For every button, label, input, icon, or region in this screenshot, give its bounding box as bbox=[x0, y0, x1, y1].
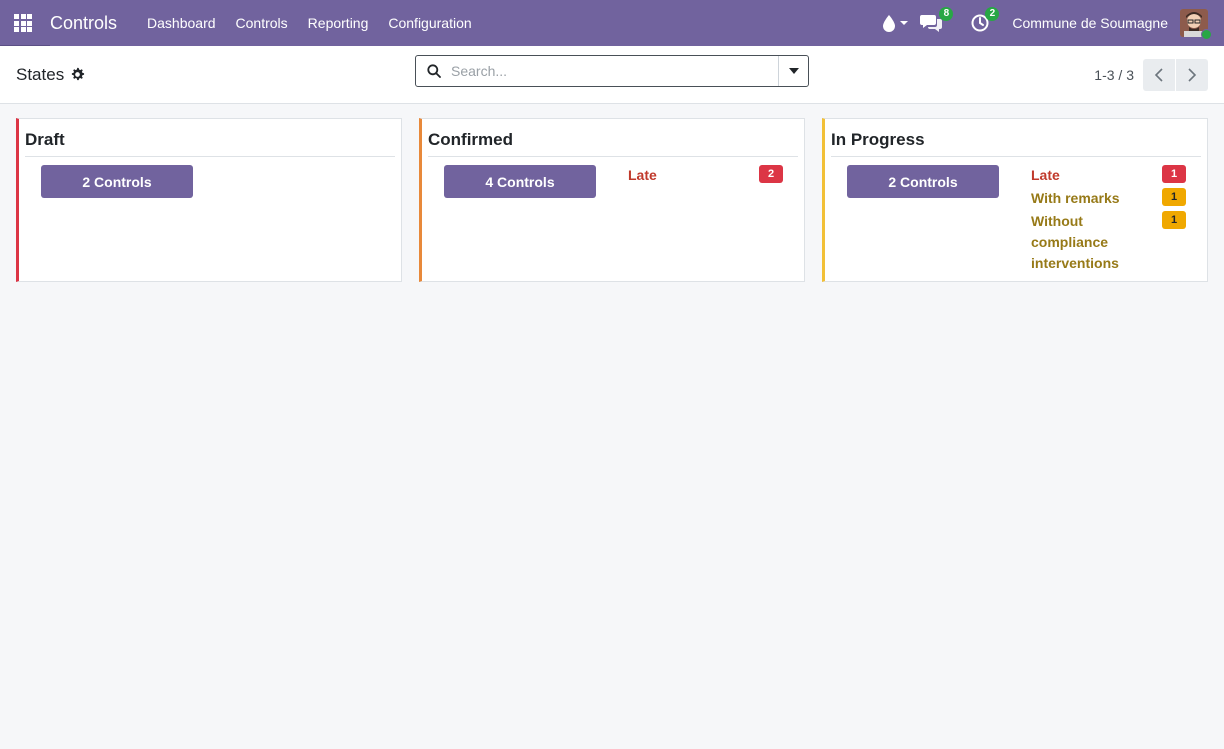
pager: 1-3 / 3 bbox=[1094, 59, 1208, 91]
messages-count-badge: 8 bbox=[939, 7, 954, 21]
app-title[interactable]: Controls bbox=[50, 13, 117, 34]
state-card-draft: Draft 2 Controls bbox=[16, 118, 402, 282]
control-panel: States 1-3 / 3 bbox=[0, 46, 1224, 104]
menu-item-reporting[interactable]: Reporting bbox=[298, 15, 379, 31]
search-bar bbox=[415, 55, 809, 87]
state-card-in-progress: In Progress 2 Controls Late 1 With remar… bbox=[822, 118, 1208, 282]
online-status-dot bbox=[1201, 29, 1212, 40]
state-title: In Progress bbox=[831, 130, 1201, 157]
search-input[interactable] bbox=[451, 56, 778, 86]
top-menu: Dashboard Controls Reporting Configurati… bbox=[137, 15, 482, 31]
stat-count-badge: 2 bbox=[759, 165, 783, 183]
stat-late[interactable]: Late 2 bbox=[628, 165, 783, 186]
caret-down-icon bbox=[788, 68, 799, 74]
state-title: Confirmed bbox=[428, 130, 798, 157]
water-drop-dropdown[interactable] bbox=[882, 14, 909, 32]
gear-icon[interactable] bbox=[70, 67, 85, 82]
stat-label: Without compliance interventions bbox=[1031, 213, 1119, 271]
activities-button[interactable]: 2 bbox=[970, 7, 1000, 33]
search-options-toggle[interactable] bbox=[778, 56, 808, 86]
main-navbar: Controls Dashboard Controls Reporting Co… bbox=[0, 0, 1224, 46]
stat-label: With remarks bbox=[1031, 190, 1120, 206]
pager-next-button[interactable] bbox=[1176, 59, 1208, 91]
state-card-confirmed: Confirmed 4 Controls Late 2 bbox=[419, 118, 805, 282]
stat-count-badge: 1 bbox=[1162, 188, 1186, 206]
state-stats: Late 1 With remarks 1 Without compliance… bbox=[1031, 165, 1186, 274]
kanban-view: Draft 2 Controls Confirmed 4 Controls La… bbox=[0, 104, 1224, 296]
breadcrumb: States bbox=[16, 65, 85, 85]
stat-count-badge: 1 bbox=[1162, 165, 1186, 183]
activities-count-badge: 2 bbox=[985, 7, 1000, 21]
menu-item-controls[interactable]: Controls bbox=[226, 15, 298, 31]
controls-button[interactable]: 2 Controls bbox=[847, 165, 999, 198]
state-title: Draft bbox=[25, 130, 395, 157]
pager-previous-button[interactable] bbox=[1143, 59, 1175, 91]
user-avatar[interactable] bbox=[1180, 9, 1212, 40]
company-switcher[interactable]: Commune de Soumagne bbox=[1012, 15, 1168, 31]
stat-with-remarks[interactable]: With remarks 1 bbox=[1031, 188, 1186, 209]
chevron-left-icon bbox=[1154, 68, 1163, 82]
menu-item-dashboard[interactable]: Dashboard bbox=[137, 15, 226, 31]
chevron-down-icon bbox=[900, 21, 909, 25]
state-stats: Late 2 bbox=[628, 165, 783, 198]
controls-button[interactable]: 2 Controls bbox=[41, 165, 193, 198]
pager-value[interactable]: 1-3 / 3 bbox=[1094, 67, 1134, 83]
apps-menu-icon[interactable] bbox=[0, 0, 46, 46]
systray: 8 2 Commune de Soumagne bbox=[882, 0, 1224, 46]
messages-button[interactable]: 8 bbox=[920, 7, 954, 33]
chevron-right-icon bbox=[1188, 68, 1197, 82]
water-drop-icon bbox=[883, 15, 896, 32]
controls-button[interactable]: 4 Controls bbox=[444, 165, 596, 198]
stat-late[interactable]: Late 1 bbox=[1031, 165, 1186, 186]
stat-without-compliance-interventions[interactable]: Without compliance interventions 1 bbox=[1031, 211, 1186, 274]
menu-item-configuration[interactable]: Configuration bbox=[378, 15, 481, 31]
stat-count-badge: 1 bbox=[1162, 211, 1186, 229]
page-title: States bbox=[16, 64, 65, 84]
stat-label: Late bbox=[1031, 167, 1060, 183]
search-icon bbox=[427, 64, 441, 78]
stat-label: Late bbox=[628, 167, 657, 183]
